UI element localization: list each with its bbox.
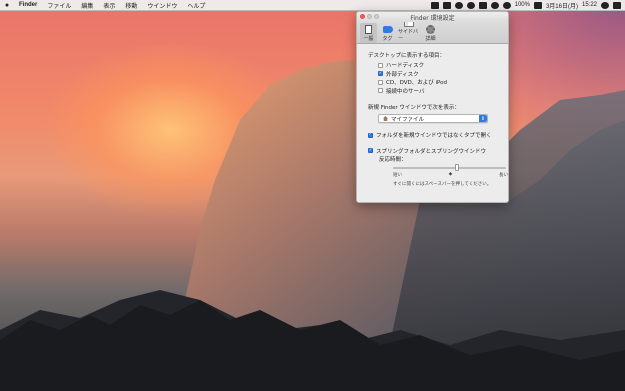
menu-finder[interactable]: Finder xyxy=(14,2,42,8)
checkbox-external-disks[interactable]: ✓ 外部ディスク xyxy=(368,70,498,79)
menu-go[interactable]: 移動 xyxy=(120,1,142,10)
screen-icon[interactable] xyxy=(442,1,451,9)
menu-edit[interactable]: 編集 xyxy=(76,1,98,10)
general-pane: デスクトップに表示する項目： ハードディスク ✓ 外部ディスク CD、DVD、お… xyxy=(357,44,508,187)
volume-icon[interactable] xyxy=(502,1,511,9)
chevron-up-down-icon: ⇕ xyxy=(479,115,487,122)
prefs-toolbar: 一般 タグ サイドバー 詳細 xyxy=(357,19,508,44)
menu-file[interactable]: ファイル xyxy=(42,1,76,10)
checkbox-open-in-tabs-label: フォルダを新規ウインドウではなくタブで開く xyxy=(376,133,492,140)
sync-icon[interactable] xyxy=(454,1,463,9)
new-window-target-value: マイファイル xyxy=(391,116,425,123)
new-window-target-select[interactable]: マイファイル ⇕ xyxy=(378,114,488,123)
menu-bar: ● Finder ファイル 編集 表示 移動 ウインドウ ヘルプ 100% 3月… xyxy=(0,0,625,11)
checkbox-cds-dvds-ipods[interactable]: CD、DVD、および iPod xyxy=(368,78,498,87)
general-icon xyxy=(364,24,374,34)
checkbox-hard-disks-label: ハードディスク xyxy=(386,63,425,70)
tab-sidebar-label: サイドバー xyxy=(398,29,419,42)
tab-general-label: 一般 xyxy=(363,36,374,42)
slider-mid-icon: ◆ xyxy=(448,172,453,177)
tab-advanced-label: 詳細 xyxy=(425,36,436,42)
tag-icon xyxy=(382,24,393,34)
spring-delay-block: 反応時間： 短い ◆ 長い すぐに開くにはスペースバーを押してください。 xyxy=(368,155,508,187)
home-folder-icon xyxy=(383,116,388,121)
slider-short-label: 短い xyxy=(393,173,402,178)
checkbox-connected-servers[interactable]: 接続中のサーバ xyxy=(368,87,498,96)
checkbox-external-disks-label: 外部ディスク xyxy=(386,71,419,78)
close-button[interactable] xyxy=(360,14,365,19)
minimize-button[interactable] xyxy=(367,14,372,19)
notification-center-icon[interactable] xyxy=(613,1,621,9)
new-window-heading: 新規 Finder ウインドウで次を表示： xyxy=(368,105,460,111)
checkbox-hard-disks[interactable]: ハードディスク xyxy=(368,61,498,70)
mountain-silhouette xyxy=(0,60,625,391)
checkbox-connected-servers-box[interactable] xyxy=(378,88,383,94)
spotlight-icon[interactable] xyxy=(601,1,609,9)
tab-sidebar[interactable]: サイドバー xyxy=(398,19,420,43)
window-controls xyxy=(360,14,379,19)
spring-delay-label: 反応時間： xyxy=(379,157,407,163)
spring-delay-slider[interactable] xyxy=(393,164,506,171)
bluetooth-icon[interactable] xyxy=(478,1,487,9)
checkbox-open-in-tabs-box[interactable]: ✓ xyxy=(368,132,373,138)
dropbox-icon[interactable] xyxy=(430,1,439,9)
checkbox-cds-dvds-ipods-label: CD、DVD、および iPod xyxy=(386,80,447,87)
slider-scale-labels: 短い ◆ 長い xyxy=(393,172,508,178)
menubar-date[interactable]: 3月16日(月) xyxy=(546,1,578,10)
tab-advanced[interactable]: 詳細 xyxy=(422,23,439,43)
finder-preferences-window: Finder 環境設定 一般 タグ サイドバー 詳細 デスクトップに表示する項目… xyxy=(356,11,509,203)
checkbox-spring-loaded-label: スプリングフォルダとスプリングウインドウ xyxy=(376,148,487,155)
checkbox-open-in-tabs[interactable]: ✓ フォルダを新規ウインドウではなくタブで開く xyxy=(368,131,498,140)
gear-icon xyxy=(426,24,436,34)
desktop-wallpaper xyxy=(0,0,625,391)
menu-window[interactable]: ウインドウ xyxy=(142,1,182,10)
checkbox-cds-dvds-ipods-box[interactable] xyxy=(378,79,383,85)
wifi-icon[interactable] xyxy=(490,1,499,9)
tab-general[interactable]: 一般 xyxy=(360,23,377,43)
status-area: 100% 3月16日(月) 15:22 xyxy=(430,1,625,10)
zoom-button[interactable] xyxy=(374,14,379,19)
tab-tags[interactable]: タグ xyxy=(379,23,396,43)
slider-knob[interactable] xyxy=(455,164,460,171)
menu-view[interactable]: 表示 xyxy=(98,1,120,10)
desktop-items-heading: デスクトップに表示する項目： xyxy=(368,53,446,59)
checkbox-external-disks-box[interactable]: ✓ xyxy=(378,71,383,77)
menu-help[interactable]: ヘルプ xyxy=(182,1,210,10)
window-titlebar: Finder 環境設定 xyxy=(357,12,508,22)
slider-long-label: 長い xyxy=(499,173,508,178)
battery-icon[interactable] xyxy=(533,1,542,9)
timemachine-icon[interactable] xyxy=(466,1,475,9)
checkbox-hard-disks-box[interactable] xyxy=(378,62,383,68)
apple-menu-icon[interactable]: ● xyxy=(0,2,14,9)
checkbox-connected-servers-label: 接続中のサーバ xyxy=(386,88,425,95)
checkbox-spring-loaded-box[interactable]: ✓ xyxy=(368,148,373,154)
tab-tags-label: タグ xyxy=(382,36,393,42)
menubar-time[interactable]: 15:22 xyxy=(582,2,597,8)
checkbox-spring-loaded[interactable]: ✓ スプリングフォルダとスプリングウインドウ xyxy=(368,147,498,156)
window-title: Finder 環境設定 xyxy=(410,14,455,22)
battery-percent: 100% xyxy=(514,2,530,8)
spacebar-hint: すぐに開くにはスペースバーを押してください。 xyxy=(393,182,492,187)
